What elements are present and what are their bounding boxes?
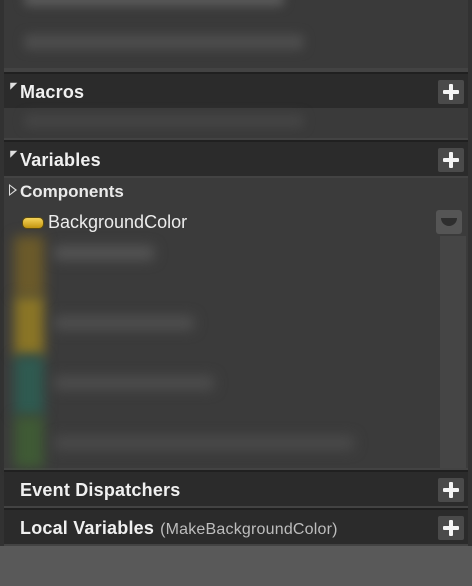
- collapse-icon: [6, 147, 18, 158]
- add-event-dispatcher-button[interactable]: [438, 478, 464, 502]
- variables-scrollbar[interactable]: [440, 236, 466, 468]
- collapse-icon: [6, 79, 18, 90]
- variables-list: Components BackgroundColor: [4, 178, 468, 468]
- blurred-variable-item[interactable]: [54, 376, 214, 390]
- macros-list-region: [4, 108, 468, 138]
- panel-right-edge: [468, 0, 472, 586]
- blurred-variable-item[interactable]: [54, 316, 194, 330]
- blurred-variable-icon: [14, 356, 44, 416]
- event-dispatchers-section-header[interactable]: Event Dispatchers: [4, 470, 468, 506]
- visibility-toggle-button[interactable]: [436, 210, 462, 234]
- variable-name: BackgroundColor: [48, 212, 188, 232]
- macros-section-header[interactable]: Macros: [4, 72, 468, 108]
- blurred-variable-icon: [14, 296, 44, 356]
- blurred-variables-region: [14, 236, 430, 468]
- components-label: Components: [20, 182, 124, 201]
- add-macro-button[interactable]: [438, 80, 464, 104]
- variable-row-backgroundcolor[interactable]: BackgroundColor: [4, 208, 468, 238]
- functions-list-region: [4, 0, 468, 68]
- add-local-variable-button[interactable]: [438, 516, 464, 540]
- eye-closed-icon: [441, 218, 457, 226]
- blurred-variable-item[interactable]: [54, 246, 154, 260]
- my-blueprint-panel: Macros Variables Components BackgroundCo…: [0, 0, 472, 586]
- blurred-variable-icon: [14, 416, 44, 468]
- event-dispatchers-title: Event Dispatchers: [20, 480, 181, 500]
- macros-title: Macros: [20, 82, 85, 102]
- blurred-function-item[interactable]: [24, 0, 284, 6]
- local-variables-section-header[interactable]: Local Variables (MakeBackgroundColor): [4, 508, 468, 544]
- blurred-variable-item[interactable]: [54, 436, 354, 450]
- local-variables-context: (MakeBackgroundColor): [160, 521, 338, 538]
- variables-section-header[interactable]: Variables: [4, 140, 468, 176]
- local-variables-title: Local Variables (MakeBackgroundColor): [20, 518, 338, 539]
- blurred-function-item[interactable]: [24, 34, 304, 50]
- expand-icon: [9, 184, 17, 196]
- local-variables-label: Local Variables: [20, 518, 155, 538]
- variable-pill-icon: [22, 217, 44, 229]
- add-variable-button[interactable]: [438, 148, 464, 172]
- panel-footer: [0, 546, 472, 586]
- components-category-row[interactable]: Components: [4, 178, 468, 208]
- blurred-macro-item[interactable]: [24, 114, 304, 128]
- blurred-variable-icon: [14, 236, 44, 296]
- variables-title: Variables: [20, 150, 101, 170]
